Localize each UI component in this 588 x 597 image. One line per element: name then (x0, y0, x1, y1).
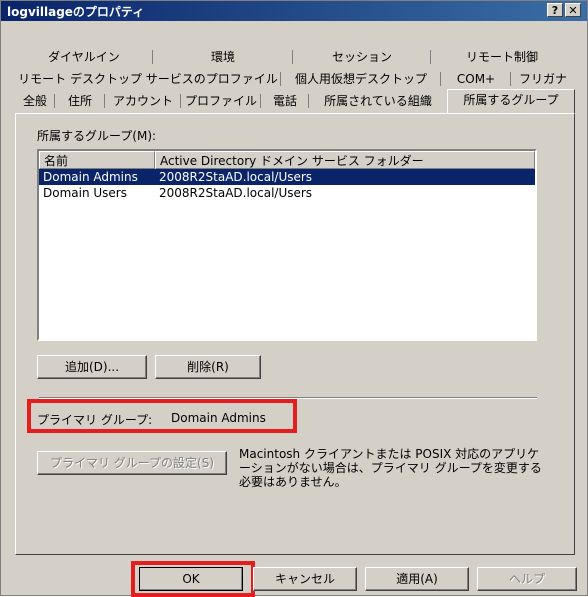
tab-organization[interactable]: 所属されている組織 (309, 91, 447, 111)
tab-dial-in[interactable]: ダイヤルイン (15, 47, 153, 67)
tab-label: 電話 (272, 94, 297, 108)
tab-account[interactable]: アカウント (105, 91, 181, 111)
highlight-primary-group (27, 399, 297, 433)
tab-label: アカウント (112, 94, 173, 108)
tab-remote-control[interactable]: リモート制御 (431, 47, 573, 67)
help-icon[interactable]: ? (547, 3, 563, 17)
remove-button[interactable]: 削除(R) (155, 355, 261, 379)
tab-furigana[interactable]: フリガナ (511, 69, 575, 89)
help-button[interactable]: ヘルプ (477, 567, 577, 591)
close-icon[interactable]: ✕ (565, 3, 581, 17)
tab-label: 個人用仮想デスクトップ (294, 72, 427, 86)
tab-address[interactable]: 住所 (55, 91, 105, 111)
column-header-name[interactable]: 名前 (39, 151, 155, 169)
properties-dialog: logvillageのプロパティ ? ✕ ダイヤルイン 環境 セッション リモー… (0, 0, 588, 597)
note-line: Macintosh クライアントまたは POSIX 対応のアプリケ (239, 447, 540, 461)
tab-general[interactable]: 全般 (15, 91, 55, 111)
tab-label: 所属するグループ (463, 93, 559, 107)
tab-label: リモート デスクトップ サービスのプロファイル (18, 72, 278, 86)
highlight-ok-button (131, 561, 255, 597)
group-folder: 2008R2StaAD.local/Users (159, 170, 313, 184)
apply-button[interactable]: 適用(A) (365, 567, 469, 591)
tab-rds-profile[interactable]: リモート デスクトップ サービスのプロファイル (15, 69, 281, 89)
set-primary-group-button[interactable]: プライマリ グループの設定(S) (37, 451, 227, 475)
tab-sessions[interactable]: セッション (293, 47, 431, 67)
cancel-button[interactable]: キャンセル (253, 567, 357, 591)
tab-label: 全般 (22, 94, 47, 108)
tab-label: 所属されている組織 (324, 94, 432, 108)
groups-label: 所属するグループ(M): (37, 129, 157, 143)
groups-list[interactable]: 名前 Active Directory ドメイン サービス フォルダー Doma… (37, 149, 537, 341)
tab-label: 住所 (67, 94, 92, 108)
group-name: Domain Users (43, 186, 127, 200)
group-row[interactable]: Domain Admins 2008R2StaAD.local/Users (39, 169, 535, 185)
window-title: logvillageのプロパティ (7, 5, 145, 19)
tab-label: フリガナ (518, 72, 567, 86)
tab-label: プロファイル (184, 94, 257, 108)
title-bar[interactable]: logvillageのプロパティ ? ✕ (1, 1, 587, 21)
group-folder: 2008R2StaAD.local/Users (159, 186, 313, 200)
tab-personal-virtual-desktop[interactable]: 個人用仮想デスクトップ (281, 69, 441, 89)
group-row[interactable]: Domain Users 2008R2StaAD.local/Users (39, 185, 535, 201)
primary-group-note: Macintosh クライアントまたは POSIX 対応のアプリケ ーションがな… (239, 447, 549, 489)
tab-profile[interactable]: プロファイル (181, 91, 261, 111)
tab-label: COM+ (456, 72, 496, 86)
tab-label: セッション (331, 50, 392, 64)
tab-member-of[interactable]: 所属するグループ (447, 89, 575, 114)
tab-telephones[interactable]: 電話 (261, 91, 309, 111)
tab-label: ダイヤルイン (48, 50, 120, 64)
tab-environment[interactable]: 環境 (153, 47, 293, 67)
note-line: 必要はありません。 (239, 475, 347, 489)
tab-com-plus[interactable]: COM+ (441, 69, 511, 89)
column-header-folder[interactable]: Active Directory ドメイン サービス フォルダー (155, 151, 535, 169)
tab-label: リモート制御 (465, 50, 538, 64)
add-button[interactable]: 追加(D)... (37, 355, 147, 379)
tab-label: 環境 (210, 50, 235, 64)
group-name: Domain Admins (43, 170, 138, 184)
note-line: ーションがない場合は、プライマリ グループを変更する (239, 461, 542, 475)
